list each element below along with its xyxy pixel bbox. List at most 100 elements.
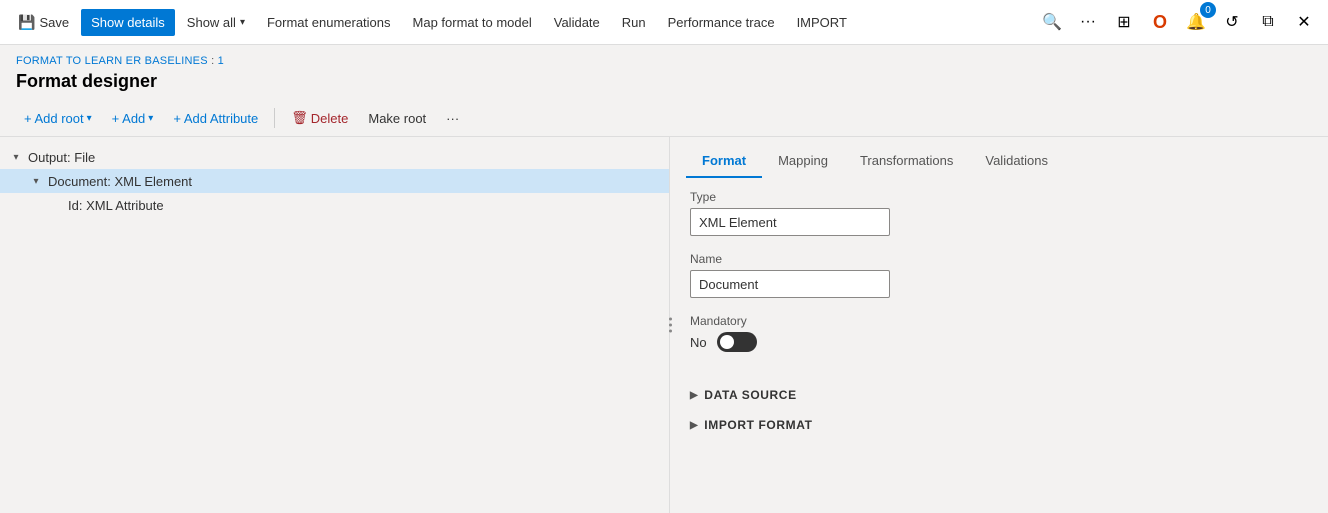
add-button[interactable]: + Add ▾ bbox=[104, 107, 162, 130]
run-button[interactable]: Run bbox=[612, 9, 656, 36]
performance-trace-label: Performance trace bbox=[668, 15, 775, 30]
data-source-header: ▶ DATA SOURCE bbox=[690, 388, 1308, 402]
tree-item-document[interactable]: ▾ Document: XML Element bbox=[0, 169, 669, 193]
more-actions-icon: ··· bbox=[446, 111, 459, 126]
popout-icon: ⧉ bbox=[1262, 13, 1273, 31]
tab-mapping[interactable]: Mapping bbox=[762, 145, 844, 178]
more-actions-button[interactable]: ··· bbox=[438, 107, 467, 130]
data-source-section[interactable]: ▶ DATA SOURCE bbox=[670, 380, 1328, 410]
office-icon: O bbox=[1153, 12, 1167, 33]
panel-resize-handle[interactable] bbox=[665, 314, 676, 337]
popout-button[interactable]: ⧉ bbox=[1252, 6, 1284, 38]
type-field-group: Type bbox=[690, 190, 1308, 236]
mandatory-label: Mandatory bbox=[690, 314, 1308, 328]
map-format-button[interactable]: Map format to model bbox=[403, 9, 542, 36]
data-source-label: DATA SOURCE bbox=[704, 388, 796, 402]
more-options-button[interactable]: ··· bbox=[1072, 6, 1104, 38]
tab-format-label: Format bbox=[702, 153, 746, 168]
name-field-group: Name bbox=[690, 252, 1308, 298]
import-format-label: IMPORT FORMAT bbox=[704, 418, 812, 432]
save-label: Save bbox=[39, 15, 69, 30]
expand-output-icon[interactable]: ▾ bbox=[8, 149, 24, 165]
breadcrumb: FORMAT TO LEARN ER BASELINES : 1 bbox=[16, 55, 1312, 67]
tree-label-document: Document: XML Element bbox=[48, 174, 192, 189]
drag-dot-2 bbox=[669, 324, 672, 327]
close-button[interactable]: ✕ bbox=[1288, 6, 1320, 38]
tab-format[interactable]: Format bbox=[686, 145, 762, 178]
drag-dot-1 bbox=[669, 318, 672, 321]
add-attribute-button[interactable]: + Add Attribute bbox=[165, 107, 266, 130]
tree-label-id: Id: XML Attribute bbox=[68, 198, 164, 213]
add-attribute-label: + Add Attribute bbox=[173, 111, 258, 126]
tab-mapping-label: Mapping bbox=[778, 153, 828, 168]
performance-trace-button[interactable]: Performance trace bbox=[658, 9, 785, 36]
drag-dot-3 bbox=[669, 330, 672, 333]
tree-panel: ▾ Output: File ▾ Document: XML Element ▾… bbox=[0, 137, 670, 513]
save-icon: 💾 bbox=[18, 14, 35, 31]
breadcrumb-number: 1 bbox=[218, 55, 224, 67]
import-label: IMPORT bbox=[797, 15, 847, 30]
close-icon: ✕ bbox=[1297, 12, 1310, 32]
tab-transformations[interactable]: Transformations bbox=[844, 145, 969, 178]
name-input[interactable] bbox=[690, 270, 890, 298]
show-details-label: Show details bbox=[91, 15, 165, 30]
mandatory-toggle-row: No bbox=[690, 332, 1308, 352]
import-button[interactable]: IMPORT bbox=[787, 9, 857, 36]
import-format-arrow: ▶ bbox=[690, 420, 698, 431]
add-root-label: + Add root bbox=[24, 111, 84, 126]
right-panel: Format Mapping Transformations Validatio… bbox=[670, 137, 1328, 513]
type-input[interactable] bbox=[690, 208, 890, 236]
toolbar-separator bbox=[274, 108, 275, 128]
grid-button[interactable]: ⊞ bbox=[1108, 6, 1140, 38]
delete-button[interactable]: 🗑 Delete bbox=[283, 106, 356, 130]
page-title: Format designer bbox=[16, 71, 1312, 92]
mandatory-toggle-text: No bbox=[690, 335, 707, 350]
validate-label: Validate bbox=[554, 15, 600, 30]
right-panel-tabs: Format Mapping Transformations Validatio… bbox=[670, 137, 1328, 178]
mandatory-field-group: Mandatory No bbox=[690, 314, 1308, 352]
content-wrapper: ▾ Output: File ▾ Document: XML Element ▾… bbox=[0, 137, 1328, 513]
search-button[interactable]: 🔍 bbox=[1036, 6, 1068, 38]
name-label: Name bbox=[690, 252, 1308, 266]
map-format-label: Map format to model bbox=[413, 15, 532, 30]
add-root-chevron: ▾ bbox=[87, 113, 92, 124]
refresh-button[interactable]: ↺ bbox=[1216, 6, 1248, 38]
import-format-section[interactable]: ▶ IMPORT FORMAT bbox=[670, 410, 1328, 440]
main-toolbar: 💾 Save Show details Show all ▾ Format en… bbox=[0, 0, 1328, 45]
search-icon: 🔍 bbox=[1042, 12, 1062, 32]
notification-badge: 🔔 0 bbox=[1180, 6, 1212, 38]
toolbar-right-actions: 🔍 ··· ⊞ O 🔔 0 ↺ ⧉ ✕ bbox=[1036, 6, 1320, 38]
ellipsis-icon: ··· bbox=[1080, 13, 1096, 31]
add-chevron: ▾ bbox=[148, 113, 153, 124]
tab-transformations-label: Transformations bbox=[860, 153, 953, 168]
format-enumerations-button[interactable]: Format enumerations bbox=[257, 9, 401, 36]
format-form: Type Name Mandatory No bbox=[670, 178, 1328, 380]
tree-label-output-file: Output: File bbox=[28, 150, 95, 165]
add-label: + Add bbox=[112, 111, 146, 126]
breadcrumb-text: FORMAT TO LEARN ER BASELINES bbox=[16, 55, 208, 67]
tree-item-output-file[interactable]: ▾ Output: File bbox=[0, 145, 669, 169]
expand-document-icon[interactable]: ▾ bbox=[28, 173, 44, 189]
show-all-button[interactable]: Show all ▾ bbox=[177, 9, 255, 36]
secondary-toolbar: + Add root ▾ + Add ▾ + Add Attribute 🗑 D… bbox=[0, 100, 1328, 137]
show-all-label: Show all bbox=[187, 15, 236, 30]
data-source-arrow: ▶ bbox=[690, 390, 698, 401]
delete-label: Delete bbox=[311, 111, 349, 126]
grid-icon: ⊞ bbox=[1117, 12, 1130, 32]
make-root-button[interactable]: Make root bbox=[360, 107, 434, 130]
notification-count: 0 bbox=[1200, 2, 1216, 18]
mandatory-toggle[interactable] bbox=[717, 332, 757, 352]
chevron-down-icon: ▾ bbox=[240, 17, 245, 28]
save-button[interactable]: 💾 Save bbox=[8, 8, 79, 37]
toggle-knob bbox=[720, 335, 734, 349]
show-details-button[interactable]: Show details bbox=[81, 9, 175, 36]
validate-button[interactable]: Validate bbox=[544, 9, 610, 36]
tree-item-id[interactable]: ▾ Id: XML Attribute bbox=[0, 193, 669, 217]
office-button[interactable]: O bbox=[1144, 6, 1176, 38]
tab-validations[interactable]: Validations bbox=[969, 145, 1064, 178]
import-format-header: ▶ IMPORT FORMAT bbox=[690, 418, 1308, 432]
make-root-label: Make root bbox=[368, 111, 426, 126]
add-root-button[interactable]: + Add root ▾ bbox=[16, 107, 100, 130]
expand-id-icon: ▾ bbox=[48, 197, 64, 213]
trash-icon: 🗑 bbox=[291, 110, 308, 126]
